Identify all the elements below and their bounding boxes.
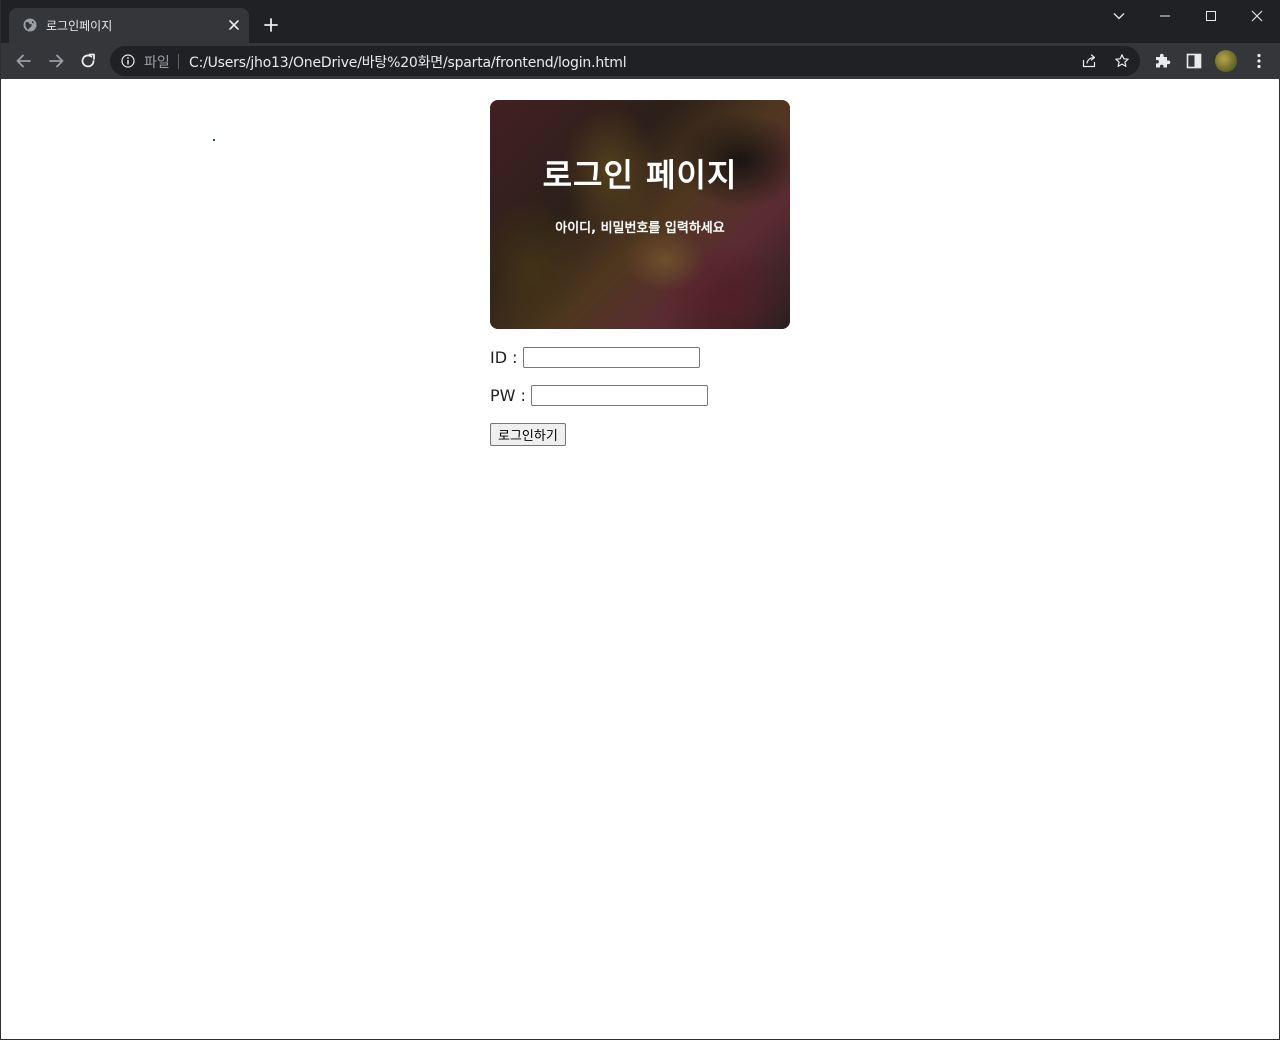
tab-login-page[interactable]: 로그인페이지: [9, 8, 249, 43]
url-scheme-label: 파일: [144, 55, 170, 71]
browser-toolbar: 파일 C:/Users/jho13/OneDrive/바탕%20화면/spart…: [1, 43, 1280, 79]
pw-label: PW :: [490, 385, 526, 405]
tab-search-button[interactable]: [1096, 0, 1142, 32]
browser-window: 로그인페이지 파일 C:/Users/jho13/OneDrive/바탕%20화…: [0, 0, 1280, 1040]
login-container: 로그인 페이지 아이디, 비밀번호를 입력하세요 ID : PW : 로그인하기: [490, 100, 790, 446]
reload-icon[interactable]: [78, 51, 98, 71]
omnibox-separator: [178, 54, 179, 69]
plus-icon[interactable]: [263, 17, 279, 33]
minimize-icon: [1160, 15, 1170, 17]
puzzle-icon[interactable]: [1152, 51, 1172, 71]
stray-dot: [213, 139, 215, 141]
id-label: ID :: [490, 347, 518, 367]
address-bar[interactable]: 파일 C:/Users/jho13/OneDrive/바탕%20화면/spart…: [110, 46, 1140, 76]
id-row: ID :: [490, 346, 790, 368]
window-close-button[interactable]: [1234, 0, 1280, 32]
maximize-icon: [1206, 11, 1216, 21]
tab-strip: 로그인페이지: [1, 0, 1280, 43]
login-button[interactable]: 로그인하기: [490, 423, 566, 446]
chevron-down-icon: [1113, 13, 1125, 20]
share-icon[interactable]: [1081, 53, 1097, 69]
page-subtitle: 아이디, 비밀번호를 입력하세요: [555, 221, 725, 236]
globe-icon: [23, 18, 37, 32]
info-icon[interactable]: [121, 54, 135, 68]
profile-avatar[interactable]: [1215, 50, 1237, 72]
password-input[interactable]: [530, 384, 708, 406]
arrow-left-icon[interactable]: [14, 51, 34, 71]
star-icon[interactable]: [1114, 53, 1130, 69]
hero-banner: 로그인 페이지 아이디, 비밀번호를 입력하세요: [490, 100, 790, 329]
id-input[interactable]: [522, 346, 700, 368]
hero-image-overlay: [490, 100, 790, 329]
arrow-right-icon[interactable]: [46, 51, 66, 71]
close-icon[interactable]: [227, 18, 241, 32]
minimize-button[interactable]: [1142, 0, 1188, 32]
url-text[interactable]: C:/Users/jho13/OneDrive/바탕%20화면/sparta/f…: [189, 52, 627, 72]
page-viewport: 로그인 페이지 아이디, 비밀번호를 입력하세요 ID : PW : 로그인하기: [1, 79, 1279, 1039]
tab-title: 로그인페이지: [46, 19, 113, 33]
maximize-button[interactable]: [1188, 0, 1234, 32]
close-icon: [1251, 10, 1263, 22]
kebab-menu-icon[interactable]: [1249, 51, 1269, 71]
side-panel-icon[interactable]: [1184, 51, 1204, 71]
pw-row: PW :: [490, 384, 790, 406]
page-title: 로그인 페이지: [542, 156, 738, 194]
